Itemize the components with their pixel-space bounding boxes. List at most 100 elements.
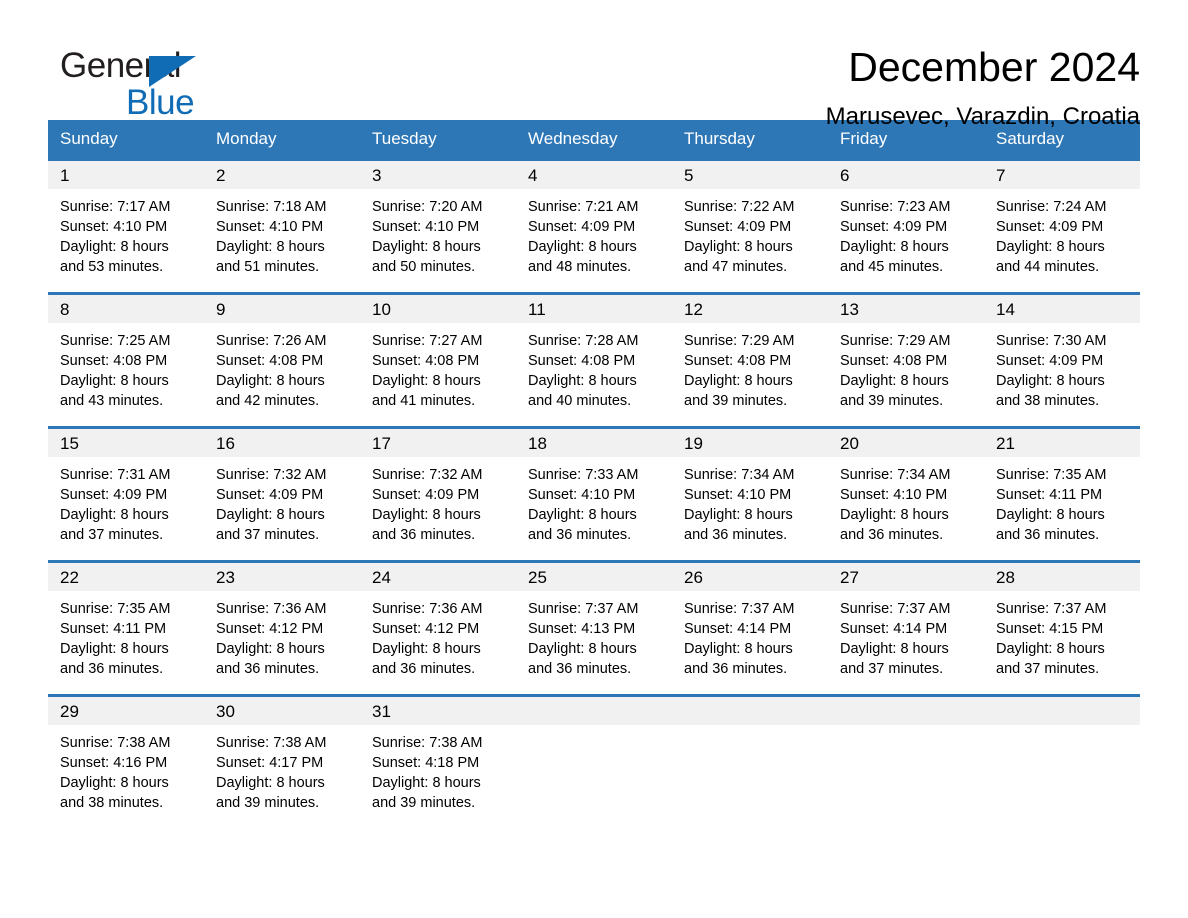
day-number: 1: [48, 161, 204, 189]
calendar-day-cell[interactable]: 18 Sunrise: 7:33 AM Sunset: 4:10 PM Dayligh…: [516, 429, 672, 560]
title-block: December 2024 Marusevec, Varazdin, Croat…: [826, 44, 1140, 132]
sunrise-time: Sunrise: 7:38 AM: [60, 735, 171, 751]
calendar-day-cell[interactable]: 9 Sunrise: 7:26 AM Sunset: 4:08 PM Daylight…: [204, 295, 360, 426]
day-details: Sunrise: 7:34 AM Sunset: 4:10 PM Daylight:…: [672, 457, 828, 545]
daylight-duration-line2: and 36 minutes.: [996, 527, 1100, 543]
day-details: Sunrise: 7:36 AM Sunset: 4:12 PM Daylight:…: [360, 591, 516, 679]
calendar-day-cell[interactable]: 30 Sunrise: 7:38 AM Sunset: 4:17 PM Dayligh…: [204, 697, 360, 828]
sunset-time: Sunset: 4:14 PM: [684, 621, 792, 637]
day-number: 9: [204, 295, 360, 323]
sunset-time: Sunset: 4:14 PM: [840, 621, 948, 637]
calendar-day-cell[interactable]: 31 Sunrise: 7:38 AM Sunset: 4:18 PM Dayligh…: [360, 697, 516, 828]
daylight-duration-line2: and 36 minutes.: [684, 527, 788, 543]
calendar-day-cell[interactable]: 25 Sunrise: 7:37 AM Sunset: 4:13 PM Dayligh…: [516, 563, 672, 694]
day-details: Sunrise: 7:18 AM Sunset: 4:10 PM Daylight:…: [204, 189, 360, 277]
calendar-cell: 2 Sunrise: 7:18 AM Sunset: 4:10 PM Daylight…: [204, 158, 360, 294]
calendar-body: 1 Sunrise: 7:17 AM Sunset: 4:10 PM Daylight…: [48, 158, 1140, 828]
daylight-duration-line2: and 36 minutes.: [840, 527, 944, 543]
daylight-duration-line1: Daylight: 8 hours: [528, 641, 637, 657]
calendar-day-cell[interactable]: 8 Sunrise: 7:25 AM Sunset: 4:08 PM Daylight…: [48, 295, 204, 426]
calendar-day-cell[interactable]: 17 Sunrise: 7:32 AM Sunset: 4:09 PM Dayligh…: [360, 429, 516, 560]
calendar-day-cell[interactable]: 2 Sunrise: 7:18 AM Sunset: 4:10 PM Daylight…: [204, 161, 360, 292]
calendar-day-cell[interactable]: 3 Sunrise: 7:20 AM Sunset: 4:10 PM Daylight…: [360, 161, 516, 292]
day-details: Sunrise: 7:26 AM Sunset: 4:08 PM Daylight:…: [204, 323, 360, 411]
daylight-duration-line1: Daylight: 8 hours: [216, 239, 325, 255]
page-title: December 2024: [848, 44, 1140, 90]
day-number: 10: [360, 295, 516, 323]
sunrise-time: Sunrise: 7:23 AM: [840, 199, 951, 215]
day-number: 18: [516, 429, 672, 457]
calendar-cell: 8 Sunrise: 7:25 AM Sunset: 4:08 PM Daylight…: [48, 292, 204, 428]
sunset-time: Sunset: 4:09 PM: [216, 487, 324, 503]
calendar-day-cell[interactable]: 16 Sunrise: 7:32 AM Sunset: 4:09 PM Dayligh…: [204, 429, 360, 560]
calendar-day-cell[interactable]: 11 Sunrise: 7:28 AM Sunset: 4:08 PM Dayligh…: [516, 295, 672, 426]
sunset-time: Sunset: 4:09 PM: [60, 487, 168, 503]
generalblue-logo[interactable]: General Blue: [48, 46, 248, 126]
day-number: 17: [360, 429, 516, 457]
calendar-day-cell[interactable]: 6 Sunrise: 7:23 AM Sunset: 4:09 PM Daylight…: [828, 161, 984, 292]
calendar-day-cell[interactable]: 21 Sunrise: 7:35 AM Sunset: 4:11 PM Dayligh…: [984, 429, 1140, 560]
calendar-day-cell[interactable]: 4 Sunrise: 7:21 AM Sunset: 4:09 PM Daylight…: [516, 161, 672, 292]
calendar-day-cell[interactable]: 14 Sunrise: 7:30 AM Sunset: 4:09 PM Dayligh…: [984, 295, 1140, 426]
daylight-duration-line2: and 37 minutes.: [996, 661, 1100, 677]
calendar-cell: [984, 694, 1140, 828]
day-details: Sunrise: 7:20 AM Sunset: 4:10 PM Daylight:…: [360, 189, 516, 277]
sunset-time: Sunset: 4:11 PM: [996, 487, 1103, 503]
day-number: [672, 697, 828, 725]
calendar-day-cell[interactable]: 27 Sunrise: 7:37 AM Sunset: 4:14 PM Dayligh…: [828, 563, 984, 694]
daylight-duration-line1: Daylight: 8 hours: [372, 507, 481, 523]
daylight-duration-line2: and 36 minutes.: [528, 661, 632, 677]
daylight-duration-line2: and 51 minutes.: [216, 259, 320, 275]
calendar-cell: 1 Sunrise: 7:17 AM Sunset: 4:10 PM Daylight…: [48, 158, 204, 294]
calendar-day-cell[interactable]: 24 Sunrise: 7:36 AM Sunset: 4:12 PM Dayligh…: [360, 563, 516, 694]
calendar-day-cell[interactable]: 22 Sunrise: 7:35 AM Sunset: 4:11 PM Dayligh…: [48, 563, 204, 694]
calendar-day-cell[interactable]: 15 Sunrise: 7:31 AM Sunset: 4:09 PM Dayligh…: [48, 429, 204, 560]
daylight-duration-line1: Daylight: 8 hours: [840, 373, 949, 389]
day-number: 14: [984, 295, 1140, 323]
calendar-day-cell[interactable]: 12 Sunrise: 7:29 AM Sunset: 4:08 PM Dayligh…: [672, 295, 828, 426]
calendar-week-row: 22 Sunrise: 7:35 AM Sunset: 4:11 PM Dayligh…: [48, 560, 1140, 696]
calendar-cell: 3 Sunrise: 7:20 AM Sunset: 4:10 PM Daylight…: [360, 158, 516, 294]
day-details: Sunrise: 7:32 AM Sunset: 4:09 PM Daylight:…: [204, 457, 360, 545]
sunrise-time: Sunrise: 7:24 AM: [996, 199, 1107, 215]
daylight-duration-line2: and 37 minutes.: [60, 527, 164, 543]
calendar-cell: 26 Sunrise: 7:37 AM Sunset: 4:14 PM Dayligh…: [672, 560, 828, 696]
calendar-day-cell[interactable]: 5 Sunrise: 7:22 AM Sunset: 4:09 PM Daylight…: [672, 161, 828, 292]
calendar-day-cell[interactable]: 20 Sunrise: 7:34 AM Sunset: 4:10 PM Dayligh…: [828, 429, 984, 560]
daylight-duration-line2: and 50 minutes.: [372, 259, 476, 275]
day-number: 21: [984, 429, 1140, 457]
sunset-time: Sunset: 4:10 PM: [684, 487, 792, 503]
sunset-time: Sunset: 4:08 PM: [840, 353, 948, 369]
calendar-cell: 30 Sunrise: 7:38 AM Sunset: 4:17 PM Dayligh…: [204, 694, 360, 828]
sunset-time: Sunset: 4:09 PM: [996, 219, 1104, 235]
sunrise-time: Sunrise: 7:36 AM: [216, 601, 327, 617]
day-details: Sunrise: 7:17 AM Sunset: 4:10 PM Daylight:…: [48, 189, 204, 277]
calendar-day-cell[interactable]: 23 Sunrise: 7:36 AM Sunset: 4:12 PM Dayligh…: [204, 563, 360, 694]
calendar-day-cell[interactable]: 7 Sunrise: 7:24 AM Sunset: 4:09 PM Daylight…: [984, 161, 1140, 292]
calendar-day-cell[interactable]: 19 Sunrise: 7:34 AM Sunset: 4:10 PM Dayligh…: [672, 429, 828, 560]
calendar-day-cell-empty: [828, 697, 984, 828]
daylight-duration-line2: and 47 minutes.: [684, 259, 788, 275]
calendar-cell: 23 Sunrise: 7:36 AM Sunset: 4:12 PM Dayligh…: [204, 560, 360, 696]
day-details: Sunrise: 7:36 AM Sunset: 4:12 PM Daylight:…: [204, 591, 360, 679]
daylight-duration-line2: and 39 minutes.: [840, 393, 944, 409]
day-details: Sunrise: 7:24 AM Sunset: 4:09 PM Daylight:…: [984, 189, 1140, 277]
calendar-day-cell[interactable]: 13 Sunrise: 7:29 AM Sunset: 4:08 PM Dayligh…: [828, 295, 984, 426]
sunrise-time: Sunrise: 7:29 AM: [840, 333, 951, 349]
sunrise-time: Sunrise: 7:36 AM: [372, 601, 483, 617]
calendar-day-cell[interactable]: 28 Sunrise: 7:37 AM Sunset: 4:15 PM Dayligh…: [984, 563, 1140, 694]
daylight-duration-line2: and 36 minutes.: [528, 527, 632, 543]
sunset-time: Sunset: 4:09 PM: [840, 219, 948, 235]
day-details: Sunrise: 7:35 AM Sunset: 4:11 PM Daylight:…: [48, 591, 204, 679]
daylight-duration-line2: and 43 minutes.: [60, 393, 164, 409]
daylight-duration-line2: and 38 minutes.: [996, 393, 1100, 409]
calendar-day-cell[interactable]: 29 Sunrise: 7:38 AM Sunset: 4:16 PM Dayligh…: [48, 697, 204, 828]
daylight-duration-line1: Daylight: 8 hours: [372, 373, 481, 389]
calendar-day-cell[interactable]: 1 Sunrise: 7:17 AM Sunset: 4:10 PM Daylight…: [48, 161, 204, 292]
day-details: Sunrise: 7:28 AM Sunset: 4:08 PM Daylight:…: [516, 323, 672, 411]
day-details: Sunrise: 7:29 AM Sunset: 4:08 PM Daylight:…: [672, 323, 828, 411]
sunrise-time: Sunrise: 7:37 AM: [996, 601, 1107, 617]
day-number: 13: [828, 295, 984, 323]
calendar-day-cell[interactable]: 10 Sunrise: 7:27 AM Sunset: 4:08 PM Dayligh…: [360, 295, 516, 426]
calendar-day-cell[interactable]: 26 Sunrise: 7:37 AM Sunset: 4:14 PM Dayligh…: [672, 563, 828, 694]
